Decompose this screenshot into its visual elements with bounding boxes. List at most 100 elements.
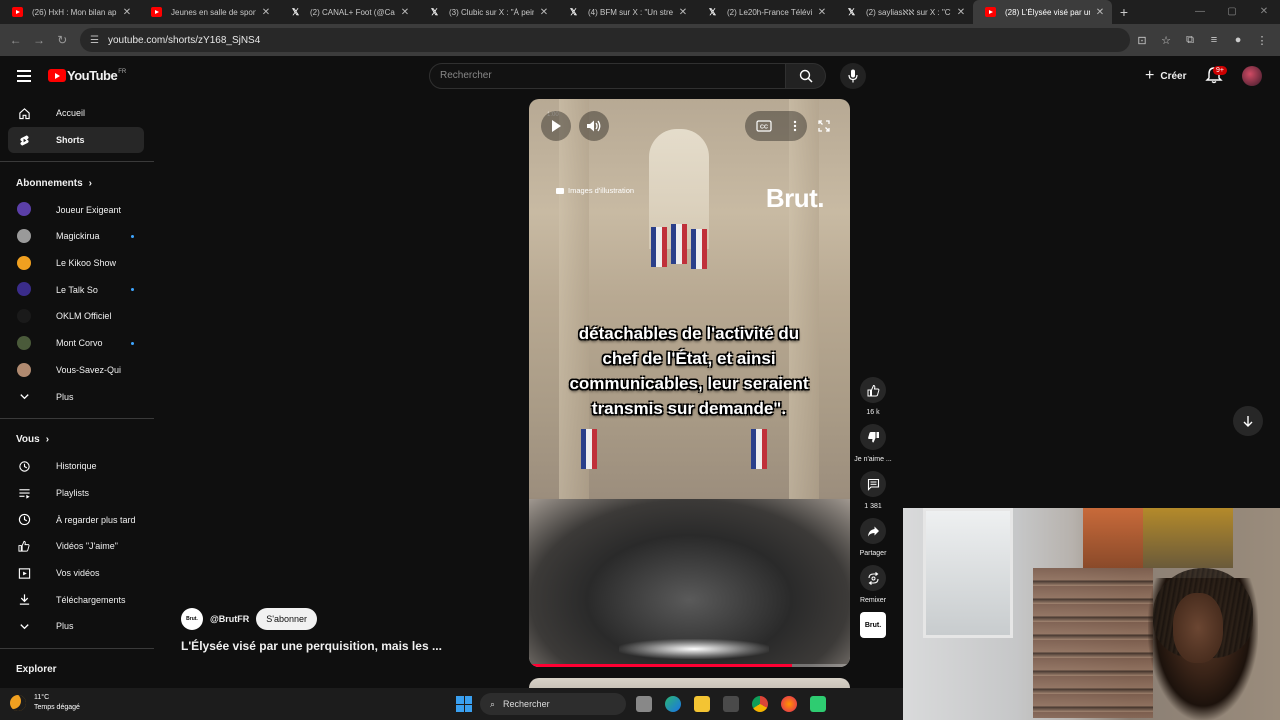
close-tab-icon[interactable]: ✕ [260,7,272,18]
maximize-button[interactable]: ▢ [1216,0,1248,24]
flag-graphic [581,429,597,469]
sidebar-item-home[interactable]: Accueil [8,100,144,127]
close-tab-icon[interactable]: ✕ [538,7,550,18]
menu-icon[interactable] [17,70,31,85]
windows-start-icon[interactable] [456,696,472,712]
x-icon: 𝕏 [291,6,300,17]
sidebar-item-subscription[interactable]: Joueur Exigeant [8,196,144,223]
bookmark-star-icon[interactable]: ☆ [1154,34,1178,47]
illustration-text: Images d'illustration [568,186,635,195]
close-tab-icon[interactable]: ✕ [955,7,967,18]
browser-tab[interactable]: 𝕏 (2) sayliasℵℵ sur X : "C' ✕ [834,0,973,24]
sidebar-item-subscription[interactable]: Vous-Savez-Qui [8,357,144,384]
captions-icon[interactable]: CC [755,120,772,132]
flag-graphic [691,229,707,269]
sidebar-item-shorts[interactable]: Shorts [8,126,144,154]
sidebar-item-label: Le Kikoo Show [56,258,117,269]
edge-icon[interactable] [665,696,681,712]
close-tab-icon[interactable]: ✕ [816,7,828,18]
chrome-icon[interactable] [752,696,768,712]
sidebar-item-label: Téléchargements [56,594,126,605]
next-short-button[interactable] [1233,406,1263,436]
menu-icon[interactable]: ⋮ [1250,34,1274,47]
short-video-player[interactable]: 1:00 CC Images d'illustration Brut. déta… [529,99,850,667]
subscribe-button[interactable]: S'abonner [256,608,318,630]
thumbs-up-icon [867,384,879,396]
browser-tab[interactable]: (28) L'Élysée visé par une ✕ [973,0,1112,24]
taskbar-search[interactable]: ⌕ Rechercher [480,693,626,715]
extensions-icon[interactable]: ⧉ [1178,34,1202,47]
video-progress-bar[interactable] [529,664,850,667]
play-button[interactable] [541,111,571,141]
youtube-logo[interactable]: YouTube FR [48,68,126,83]
reload-icon[interactable]: ↻ [51,33,74,47]
sidebar-item-like[interactable]: Vidéos "J'aime" [8,533,144,560]
media-icon[interactable]: ≡ [1202,34,1226,47]
weather-widget[interactable]: 11°C Temps dégagé [10,693,80,713]
sidebar-item-history[interactable]: Historique [8,453,144,480]
voice-search-button[interactable] [840,63,866,89]
remix-button[interactable]: Remixer [856,565,890,604]
share-button[interactable]: Partager [856,518,890,557]
sidebar-item-label: Accueil [56,108,86,119]
sidebar-item-more-2[interactable]: Plus [8,613,144,640]
more-options-icon[interactable] [793,120,797,132]
fullscreen-button[interactable] [809,111,839,141]
site-info-icon[interactable]: ☰ [90,35,104,46]
browser-tab[interactable]: 𝕏 (4) BFM sur X : "Un stream ✕ [556,0,695,24]
forward-icon[interactable]: → [27,33,50,47]
account-avatar[interactable] [1242,66,1262,86]
progress-fill [529,664,793,667]
channel-handle[interactable]: @BrutFR [210,614,249,624]
moon-icon [10,695,26,711]
search-button[interactable] [786,63,826,89]
store-icon[interactable] [723,696,739,712]
sidebar-item-your-videos[interactable]: Vos vidéos [8,560,144,587]
url-field[interactable]: ☰ youtube.com/shorts/zY168_SjNS4 [79,28,1131,52]
short-title[interactable]: L'Élysée visé par une perquisition, mais… [181,639,442,653]
chat-app-icon[interactable] [810,696,826,712]
like-button[interactable]: 16 k [856,377,890,416]
sidebar-item-subscription[interactable]: Le Kikoo Show [8,250,144,277]
chevron-right-icon: › [45,434,50,446]
sidebar-item-download[interactable]: Téléchargements [8,586,144,613]
sidebar-item-watch-later[interactable]: À regarder plus tard [8,506,144,533]
sidebar-item-subscription[interactable]: Magickirua [8,223,144,250]
close-tab-icon[interactable]: ✕ [677,7,689,18]
close-window-button[interactable]: ✕ [1248,0,1280,24]
close-tab-icon[interactable]: ✕ [1094,7,1106,18]
minimize-button[interactable]: — [1184,0,1216,24]
close-tab-icon[interactable]: ✕ [399,7,411,18]
sidebar-item-playlists[interactable]: Playlists [8,480,144,507]
youtube-header: YouTube FR Rechercher + Créer [0,56,1280,96]
sound-thumbnail[interactable]: Brut. [860,612,886,638]
sidebar-divider [0,161,154,163]
sidebar-item-subscription[interactable]: Mont Corvo [8,330,144,357]
browser-tab[interactable]: 𝕏 (2) Le20h-France Télévisio ✕ [695,0,834,24]
browser-tab[interactable]: 𝕏 (3) Clubic sur X : "À peine ✕ [417,0,556,24]
dislike-button[interactable]: Je n'aime ... [854,424,892,463]
sidebar-item-subscription[interactable]: OKLM Officiel [8,303,144,330]
file-explorer-icon[interactable] [694,696,710,712]
new-tab-button[interactable]: + [1112,4,1136,20]
channel-avatar[interactable]: Brut. [181,608,203,630]
profile-icon[interactable]: ● [1226,34,1250,47]
task-view-icon[interactable] [636,696,652,712]
install-icon[interactable]: ⊡ [1130,34,1154,47]
search-bar: Rechercher [429,63,826,89]
browser-tab[interactable]: 𝕏 (2) CANAL+ Foot (@Canal ✕ [278,0,417,24]
temperature: 11°C [34,694,50,701]
browser-tab[interactable]: Jeunes en salle de sport : ✕ [139,0,278,24]
sidebar-item-subscription[interactable]: Le Talk So [8,276,144,303]
search-input[interactable]: Rechercher [429,63,786,89]
firefox-icon[interactable] [781,696,797,712]
back-icon[interactable]: ← [4,33,27,47]
sidebar-item-more[interactable]: Plus [8,383,144,410]
close-tab-icon[interactable]: ✕ [121,7,133,18]
browser-tab[interactable]: (26) HxH : Mon bilan après ✕ [0,0,139,24]
mute-button[interactable] [579,111,609,141]
create-button[interactable]: + Créer [1137,63,1194,89]
subscriptions-header[interactable]: Abonnements › [0,170,154,196]
you-header[interactable]: Vous › [0,427,154,453]
comments-button[interactable]: 1 381 [856,471,890,510]
